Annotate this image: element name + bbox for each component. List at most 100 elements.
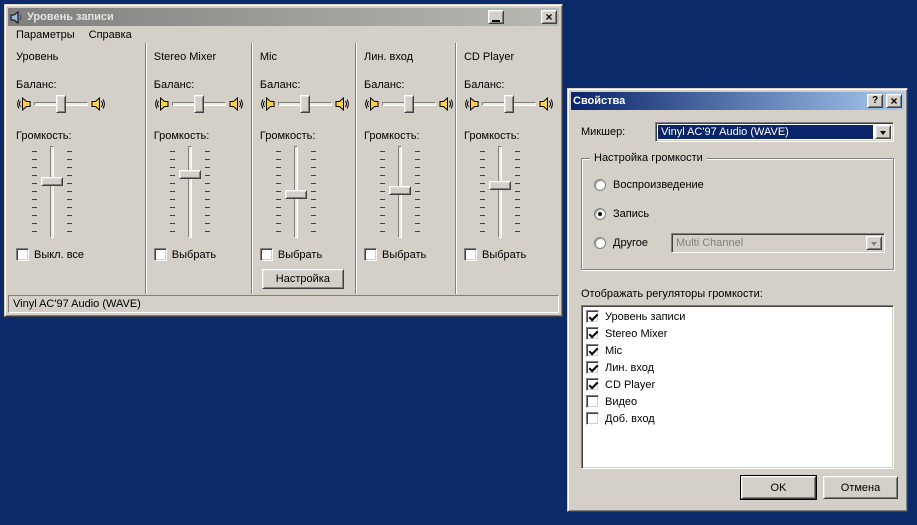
minimize-button[interactable]: [488, 10, 504, 24]
list-item[interactable]: CD Player: [584, 376, 891, 393]
speaker-left-icon: [16, 97, 31, 111]
balance-label: Баланс:: [364, 79, 450, 91]
checkbox[interactable]: [364, 248, 377, 261]
balance-label: Баланс:: [16, 79, 140, 91]
radio-row-recording[interactable]: Запись: [594, 206, 885, 222]
checkbox[interactable]: [586, 361, 599, 374]
list-item-label: Mic: [605, 345, 622, 357]
checkbox-label: Выбрать: [482, 249, 526, 261]
minimize-icon: [492, 20, 500, 22]
dialog-body: Микшер: Vinyl AC'97 Audio (WAVE) Настрой…: [571, 110, 904, 508]
settings-button[interactable]: Настройка: [262, 269, 344, 289]
radio-row-other[interactable]: Другое Multi Channel: [594, 235, 885, 251]
tick-marks: [380, 151, 385, 234]
close-button[interactable]: ×: [886, 94, 902, 108]
balance-slider-thumb[interactable]: [194, 95, 204, 113]
list-item[interactable]: Mic: [584, 342, 891, 359]
checkbox[interactable]: [586, 344, 599, 357]
tick-marks: [67, 151, 72, 234]
balance-label: Баланс:: [260, 79, 350, 91]
speaker-left-icon: [364, 97, 379, 111]
volume-slider-thumb[interactable]: [285, 190, 307, 199]
checkbox[interactable]: [586, 378, 599, 391]
checkbox[interactable]: [464, 248, 477, 261]
checkbox[interactable]: [260, 248, 273, 261]
volume-slider[interactable]: [30, 146, 74, 238]
list-item-label: Видео: [605, 396, 637, 408]
radio-button[interactable]: [594, 208, 606, 220]
tick-marks: [32, 151, 37, 234]
tick-marks: [170, 151, 175, 234]
titlebar[interactable]: Свойства ? ×: [571, 92, 904, 110]
speaker-right-icon: [335, 97, 350, 111]
tick-marks: [480, 151, 485, 234]
channel-title: Mic: [260, 51, 350, 63]
tick-marks: [205, 151, 210, 234]
volume-slider-thumb[interactable]: [41, 177, 63, 186]
checkbox[interactable]: [154, 248, 167, 261]
checkbox[interactable]: [586, 327, 599, 340]
window-icon: [10, 11, 24, 24]
balance-slider-thumb[interactable]: [504, 95, 514, 113]
volume-slider[interactable]: [274, 146, 318, 238]
menu-help[interactable]: Справка: [82, 27, 139, 43]
help-button[interactable]: ?: [867, 94, 883, 108]
volume-controls-listbox[interactable]: Уровень записи Stereo Mixer Mic Лин. вхо…: [581, 305, 894, 469]
list-item[interactable]: Доб. вход: [584, 410, 891, 427]
select-checkbox-row[interactable]: Выбрать: [364, 248, 450, 261]
volume-slider-thumb[interactable]: [179, 170, 201, 179]
checkbox[interactable]: [586, 395, 599, 408]
speaker-right-icon: [229, 97, 244, 111]
speaker-right-icon: [539, 97, 554, 111]
list-item[interactable]: Лин. вход: [584, 359, 891, 376]
balance-slider-thumb[interactable]: [404, 95, 414, 113]
balance-slider[interactable]: [482, 95, 536, 113]
menubar: Параметры Справка: [8, 26, 559, 43]
other-combobox-value: Multi Channel: [672, 234, 864, 252]
volume-slider[interactable]: [168, 146, 212, 238]
channels-area: Уровень Баланс: Громкость: Выкл. все: [8, 43, 559, 294]
radio-row-playback[interactable]: Воспроизведение: [594, 177, 885, 193]
channel-title: Уровень: [16, 51, 140, 63]
ok-button[interactable]: OK: [741, 476, 816, 499]
list-item-label: CD Player: [605, 379, 655, 391]
volume-slider-thumb[interactable]: [489, 181, 511, 190]
list-item[interactable]: Уровень записи: [584, 308, 891, 325]
select-checkbox-row[interactable]: Выбрать: [464, 248, 554, 261]
volume-slider[interactable]: [478, 146, 522, 238]
speaker-right-icon: [439, 97, 454, 111]
radio-label: Другое: [613, 237, 648, 249]
mixer-combobox[interactable]: Vinyl AC'97 Audio (WAVE): [655, 122, 894, 142]
balance-slider-thumb[interactable]: [300, 95, 310, 113]
titlebar[interactable]: Уровень записи ×: [8, 8, 559, 26]
checkbox-label: Выкл. все: [34, 249, 84, 261]
list-item[interactable]: Stereo Mixer: [584, 325, 891, 342]
cancel-button[interactable]: Отмена: [823, 476, 898, 499]
checkbox[interactable]: [16, 248, 29, 261]
volume-slider-thumb[interactable]: [389, 186, 411, 195]
checkbox[interactable]: [586, 412, 599, 425]
mixer-combobox-dropdown-button[interactable]: [875, 125, 891, 139]
chevron-down-icon: [871, 242, 877, 249]
balance-slider[interactable]: [382, 95, 436, 113]
menu-options[interactable]: Параметры: [9, 27, 82, 43]
volume-slider[interactable]: [378, 146, 422, 238]
list-item[interactable]: Видео: [584, 393, 891, 410]
balance-slider-thumb[interactable]: [56, 95, 66, 113]
channel-title: Лин. вход: [364, 51, 450, 63]
balance-slider[interactable]: [172, 95, 226, 113]
list-item-label: Доб. вход: [605, 413, 655, 425]
channel-title: Stereo Mixer: [154, 51, 246, 63]
radio-button[interactable]: [594, 179, 606, 191]
radio-button[interactable]: [594, 237, 606, 249]
checkbox[interactable]: [586, 310, 599, 323]
volume-slider-track: [498, 146, 502, 238]
mute-all-checkbox-row[interactable]: Выкл. все: [16, 248, 140, 261]
close-button[interactable]: ×: [541, 10, 557, 24]
select-checkbox-row[interactable]: Выбрать: [260, 248, 350, 261]
balance-row: [260, 94, 350, 114]
balance-slider[interactable]: [278, 95, 332, 113]
balance-slider[interactable]: [34, 95, 88, 113]
select-checkbox-row[interactable]: Выбрать: [154, 248, 246, 261]
tick-marks: [515, 151, 520, 234]
